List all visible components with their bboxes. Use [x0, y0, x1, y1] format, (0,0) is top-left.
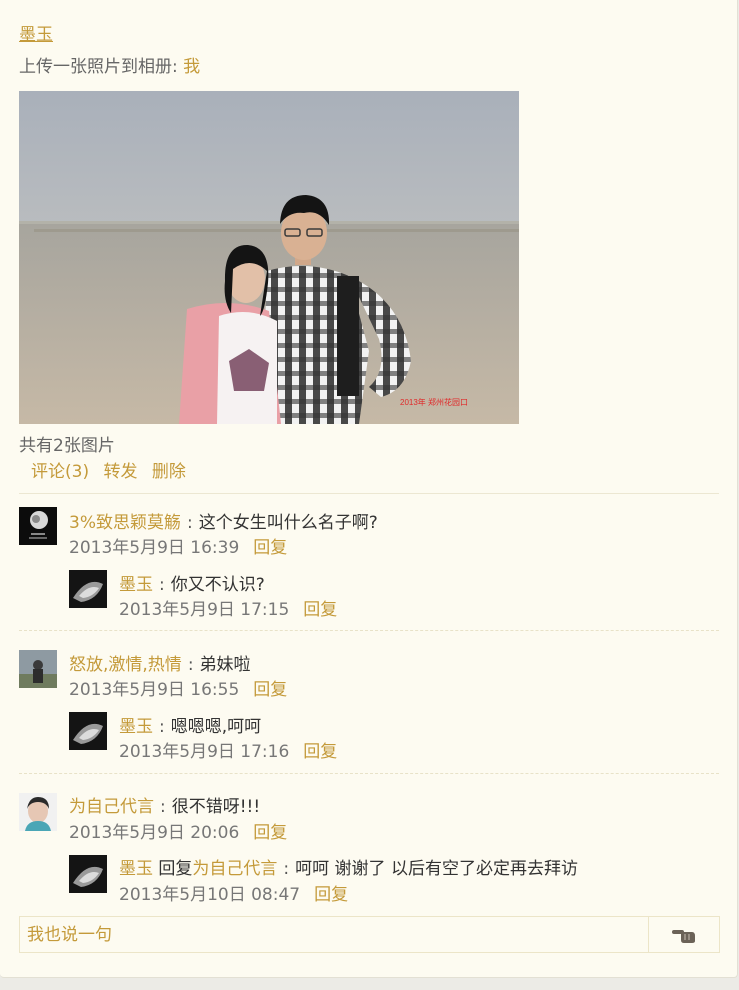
photo-caption: 2013年 郑州花园口: [400, 397, 468, 407]
comment-time: 2013年5月9日 16:39: [69, 538, 240, 558]
reply-link[interactable]: 回复: [303, 742, 337, 762]
comment-divider: [19, 630, 719, 631]
avatar[interactable]: [19, 793, 57, 831]
comment-meta: 2013年5月9日 16:55 回复: [69, 675, 287, 700]
comment-row: 怒放,激情,热情: 弟妹啦: [69, 655, 251, 675]
post-photo[interactable]: 2013年 郑州花园口: [19, 91, 519, 424]
post-actions: 评论(3) 转发 删除: [31, 457, 195, 482]
reply-user-link[interactable]: 墨玉: [119, 717, 153, 737]
comment-text: 很不错呀!!!: [171, 797, 261, 817]
comment-row: 为自己代言: 很不错呀!!!: [69, 797, 261, 817]
avatar[interactable]: [69, 570, 107, 608]
comment-user-link[interactable]: 3%致思颖莫觞: [69, 513, 181, 533]
post-author-link[interactable]: 墨玉: [19, 20, 53, 45]
image-count: 共有2张图片: [19, 436, 115, 456]
comment-meta: 2013年5月9日 20:06 回复: [69, 818, 287, 843]
comment-input[interactable]: [20, 917, 651, 952]
comment-user-link[interactable]: 为自己代言: [69, 797, 154, 817]
comment-user-link[interactable]: 怒放,激情,热情: [69, 655, 182, 675]
reply-time: 2013年5月9日 17:15: [119, 600, 290, 620]
reply-link[interactable]: 回复: [253, 538, 287, 558]
comment-box: [19, 916, 720, 953]
reply-user-link[interactable]: 墨玉: [119, 575, 153, 595]
comments-divider: [19, 493, 719, 494]
reply-meta: 2013年5月9日 17:15 回复: [119, 595, 337, 620]
delete-link[interactable]: 删除: [152, 462, 186, 482]
comment-text: 弟妹啦: [199, 655, 251, 675]
reply-link[interactable]: 回复: [253, 680, 287, 700]
feed-card: 墨玉 上传一张照片到相册: 我 2013年 郑州花园口 共有2张图片 评论(3)…: [0, 0, 738, 978]
reply-text: 嗯嗯嗯,呵呵: [170, 717, 262, 737]
avatar[interactable]: [69, 712, 107, 750]
comment-text: 这个女生叫什么名子啊?: [198, 513, 378, 533]
comment-divider: [19, 773, 719, 774]
reply-to-user-link[interactable]: 为自己代言: [192, 859, 277, 879]
comment-time: 2013年5月9日 16:55: [69, 680, 240, 700]
reply-time: 2013年5月10日 08:47: [119, 885, 301, 905]
comment-count-link[interactable]: 评论(3): [31, 462, 89, 482]
post-action-line: 上传一张照片到相册: 我: [19, 52, 200, 77]
post-action-text: 上传一张照片到相册:: [19, 57, 178, 77]
reply-link[interactable]: 回复: [253, 823, 287, 843]
reply-word: 回复: [158, 859, 193, 879]
album-link[interactable]: 我: [183, 57, 200, 77]
reply-text: 呵呵 谢谢了 以后有空了必定再去拜访: [295, 859, 578, 879]
reply-meta: 2013年5月10日 08:47 回复: [119, 880, 348, 905]
reply-row: 墨玉: 你又不认识?: [119, 575, 265, 595]
reply-time: 2013年5月9日 17:16: [119, 742, 290, 762]
avatar[interactable]: [69, 855, 107, 893]
reply-row: 墨玉: 嗯嗯嗯,呵呵: [119, 717, 262, 737]
reply-meta: 2013年5月9日 17:16 回复: [119, 737, 337, 762]
reply-text: 你又不认识?: [170, 575, 265, 595]
comment-meta: 2013年5月9日 16:39 回复: [69, 533, 287, 558]
reply-link[interactable]: 回复: [314, 885, 348, 905]
avatar[interactable]: [19, 507, 57, 545]
pointing-hand-icon: [672, 930, 695, 943]
reply-link[interactable]: 回复: [303, 600, 337, 620]
forward-link[interactable]: 转发: [104, 462, 138, 482]
reply-user-link[interactable]: 墨玉: [119, 859, 153, 879]
avatar[interactable]: [19, 650, 57, 688]
comment-time: 2013年5月9日 20:06: [69, 823, 240, 843]
comment-row: 3%致思颖莫觞: 这个女生叫什么名子啊?: [69, 513, 378, 533]
reply-row: 墨玉 回复为自己代言: 呵呵 谢谢了 以后有空了必定再去拜访: [119, 859, 578, 879]
send-button[interactable]: [648, 917, 720, 952]
